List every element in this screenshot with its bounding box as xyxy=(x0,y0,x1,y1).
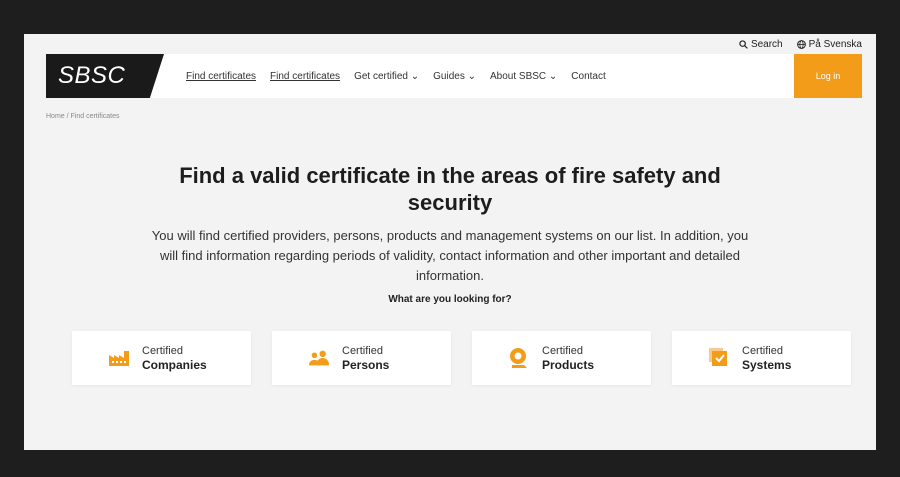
utility-bar: Search På Svenska xyxy=(739,39,862,50)
card-persons[interactable]: Certified Persons xyxy=(272,331,451,385)
card-label: Systems xyxy=(742,357,792,372)
breadcrumb: Home / Find certificates xyxy=(46,113,120,120)
search-label: Search xyxy=(750,39,783,50)
nav-link-find-certificates-2[interactable]: Find certificates xyxy=(270,71,340,82)
search-icon xyxy=(739,40,748,49)
card-systems[interactable]: Certified Systems xyxy=(672,331,851,385)
search-question: What are you looking for? xyxy=(388,294,512,305)
card-label: Products xyxy=(542,357,595,372)
page: Search På Svenska SBSC Find certificates… xyxy=(24,34,876,450)
globe-icon xyxy=(796,40,806,49)
nav-links: Find certificates Find certificates Get … xyxy=(186,71,606,82)
page-title: Find a valid certificate in the areas of… xyxy=(179,163,721,215)
hero: Find a valid certificate in the areas of… xyxy=(24,162,876,305)
nav-link-find-certificates[interactable]: Find certificates xyxy=(186,71,256,82)
search-link[interactable]: Search xyxy=(739,39,783,50)
bottom-bar xyxy=(0,450,900,477)
card-label-prefix: Certified xyxy=(142,344,183,357)
sbsc-logo[interactable]: SBSC xyxy=(46,54,164,98)
factory-icon xyxy=(108,347,130,369)
hero-description: You will find certified providers, perso… xyxy=(151,228,749,283)
card-label-prefix: Certified xyxy=(742,344,783,357)
card-label: Persons xyxy=(342,357,390,372)
language-label: På Svenska xyxy=(808,39,862,50)
card-label-prefix: Certified xyxy=(342,344,383,357)
card-products[interactable]: Certified Products xyxy=(472,331,651,385)
persons-icon xyxy=(308,347,330,369)
nav-link-contact[interactable]: Contact xyxy=(571,71,605,82)
card-label-prefix: Certified xyxy=(542,344,583,357)
main-nav: SBSC Find certificates Find certificates… xyxy=(46,54,862,98)
nav-link-about[interactable]: About SBSC ⌄ xyxy=(490,71,557,82)
card-companies[interactable]: Certified Companies xyxy=(72,331,251,385)
checked-documents-icon xyxy=(708,347,730,369)
nav-link-get-certified[interactable]: Get certified ⌄ xyxy=(354,71,419,82)
language-link[interactable]: På Svenska xyxy=(796,39,862,50)
nav-link-guides[interactable]: Guides ⌄ xyxy=(433,71,476,82)
card-label: Companies xyxy=(142,357,207,372)
category-cards: Certified Companies Certified Persons Ce… xyxy=(72,331,851,385)
fire-alarm-icon xyxy=(508,347,530,369)
login-button[interactable]: Log in xyxy=(794,54,862,98)
